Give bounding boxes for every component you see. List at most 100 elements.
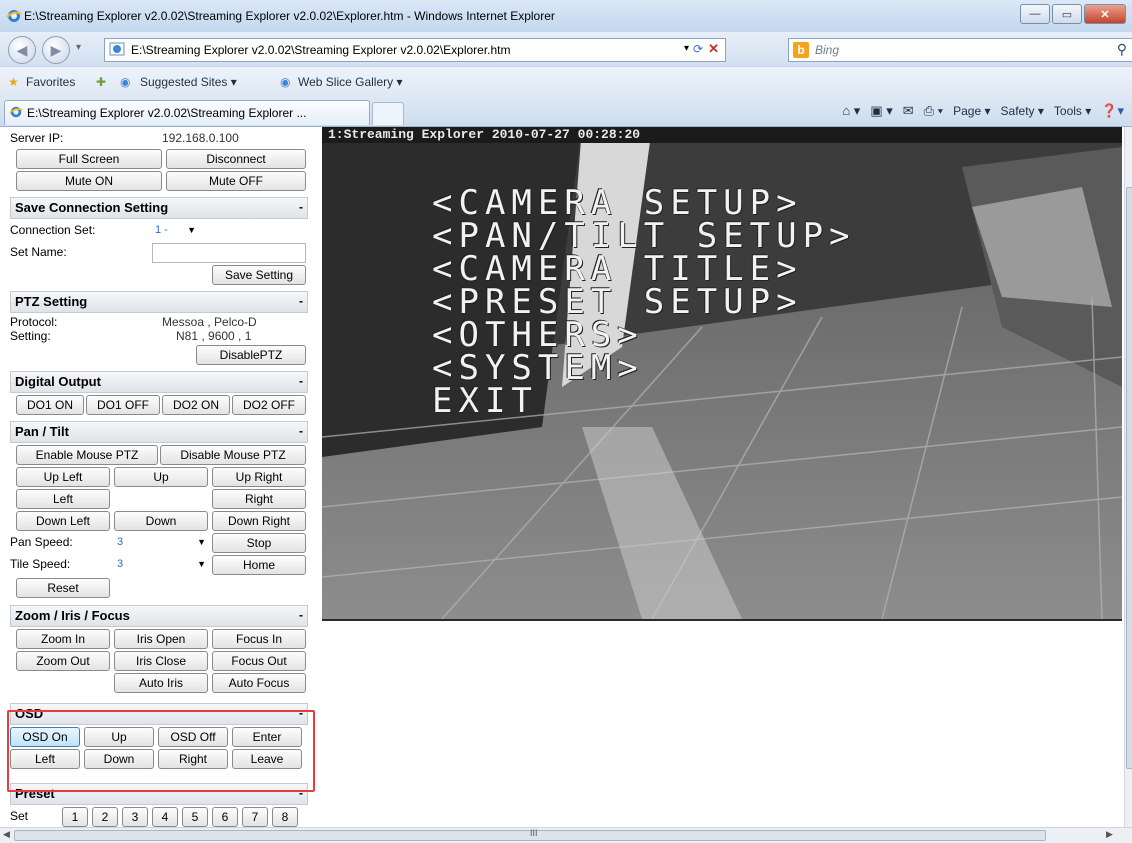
- preset-3-button[interactable]: 3: [122, 807, 148, 827]
- preset-8-button[interactable]: 8: [272, 807, 298, 827]
- pan-speed-select[interactable]: 3 ▼: [114, 534, 209, 550]
- iris-open-button[interactable]: Iris Open: [114, 629, 208, 649]
- page-menu[interactable]: Page ▾: [953, 104, 990, 118]
- iris-close-button[interactable]: Iris Close: [114, 651, 208, 671]
- mute-off-button[interactable]: Mute OFF: [166, 171, 306, 191]
- collapse-icon[interactable]: -: [299, 706, 303, 720]
- collapse-icon[interactable]: -: [299, 294, 303, 308]
- zoom-in-button[interactable]: Zoom In: [16, 629, 110, 649]
- osd-enter-button[interactable]: Enter: [232, 727, 302, 747]
- digital-output-title: Digital Output: [15, 374, 101, 389]
- down-left-button[interactable]: Down Left: [16, 511, 110, 531]
- right-button[interactable]: Right: [212, 489, 306, 509]
- address-dropdown-icon[interactable]: ▾: [684, 43, 689, 54]
- osd-right-button[interactable]: Right: [158, 749, 228, 769]
- mail-icon[interactable]: ✉: [903, 103, 914, 119]
- scroll-left-icon[interactable]: ◀: [3, 829, 10, 840]
- preset-2-button[interactable]: 2: [92, 807, 118, 827]
- osd-on-button[interactable]: OSD On: [10, 727, 80, 747]
- video-view[interactable]: 1:Streaming Explorer 2010-07-27 00:28:20…: [322, 127, 1122, 621]
- down-button[interactable]: Down: [114, 511, 208, 531]
- favorites-button[interactable]: Favorites: [26, 75, 75, 89]
- set-name-input[interactable]: [152, 243, 306, 263]
- osd-down-button[interactable]: Down: [84, 749, 154, 769]
- chevron-down-icon: ▼: [197, 537, 206, 547]
- full-screen-button[interactable]: Full Screen: [16, 149, 162, 169]
- save-setting-button[interactable]: Save Setting: [212, 265, 306, 285]
- add-favorites-icon[interactable]: ✚: [96, 75, 106, 89]
- focus-out-button[interactable]: Focus Out: [212, 651, 306, 671]
- up-button[interactable]: Up: [114, 467, 208, 487]
- disable-mouse-ptz-button[interactable]: Disable Mouse PTZ: [160, 445, 306, 465]
- collapse-icon[interactable]: -: [299, 608, 303, 622]
- zoom-out-button[interactable]: Zoom Out: [16, 651, 110, 671]
- maximize-button[interactable]: ▭: [1052, 4, 1082, 24]
- suggested-sites-link[interactable]: Suggested Sites ▾: [140, 75, 237, 89]
- do1-on-button[interactable]: DO1 ON: [16, 395, 84, 415]
- preset-6-button[interactable]: 6: [212, 807, 238, 827]
- web-slice-gallery-link[interactable]: Web Slice Gallery ▾: [298, 75, 403, 89]
- print-icon[interactable]: ⎙ ▾: [924, 103, 943, 119]
- connection-set-select[interactable]: 1 - ▼: [152, 222, 199, 238]
- collapse-icon[interactable]: -: [299, 200, 303, 214]
- mute-on-button[interactable]: Mute ON: [16, 171, 162, 191]
- scroll-right-icon[interactable]: ▶: [1106, 829, 1113, 840]
- collapse-icon[interactable]: -: [299, 374, 303, 388]
- up-left-button[interactable]: Up Left: [16, 467, 110, 487]
- tab-explorer[interactable]: E:\Streaming Explorer v2.0.02\Streaming …: [4, 100, 370, 125]
- do2-off-button[interactable]: DO2 OFF: [232, 395, 306, 415]
- search-icon[interactable]: ⚲: [1117, 41, 1127, 58]
- osd-up-button[interactable]: Up: [84, 727, 154, 747]
- disconnect-button[interactable]: Disconnect: [166, 149, 306, 169]
- disable-ptz-button[interactable]: DisablePTZ: [196, 345, 306, 365]
- auto-iris-button[interactable]: Auto Iris: [114, 673, 208, 693]
- feeds-icon[interactable]: ▣ ▾: [870, 103, 892, 119]
- reset-button[interactable]: Reset: [16, 578, 110, 598]
- osd-header[interactable]: OSD -: [10, 703, 308, 725]
- stop-button[interactable]: Stop: [212, 533, 306, 553]
- preset-5-button[interactable]: 5: [182, 807, 208, 827]
- up-right-button[interactable]: Up Right: [212, 467, 306, 487]
- collapse-icon[interactable]: -: [299, 424, 303, 438]
- do1-off-button[interactable]: DO1 OFF: [86, 395, 160, 415]
- home-button[interactable]: Home: [212, 555, 306, 575]
- preset-7-button[interactable]: 7: [242, 807, 268, 827]
- close-button[interactable]: ✕: [1084, 4, 1126, 24]
- auto-focus-button[interactable]: Auto Focus: [212, 673, 306, 693]
- address-field[interactable]: E:\Streaming Explorer v2.0.02\Streaming …: [104, 38, 726, 62]
- history-dropdown-icon[interactable]: ▾: [76, 42, 81, 53]
- home-icon[interactable]: ⌂ ▾: [842, 103, 860, 119]
- set-name-label: Set Name:: [10, 245, 67, 259]
- osd-left-button[interactable]: Left: [10, 749, 80, 769]
- refresh-icon[interactable]: ⟳: [693, 42, 703, 56]
- vertical-scroll-thumb[interactable]: [1126, 187, 1132, 769]
- osd-off-button[interactable]: OSD Off: [158, 727, 228, 747]
- pan-tilt-header[interactable]: Pan / Tilt -: [10, 421, 308, 443]
- back-button[interactable]: ◀: [8, 36, 36, 64]
- digital-output-header[interactable]: Digital Output -: [10, 371, 308, 393]
- preset-4-button[interactable]: 4: [152, 807, 178, 827]
- preset-1-button[interactable]: 1: [62, 807, 88, 827]
- vertical-scrollbar[interactable]: [1124, 127, 1132, 827]
- forward-button[interactable]: ▶: [42, 36, 70, 64]
- collapse-icon[interactable]: -: [299, 786, 303, 800]
- stop-icon[interactable]: ✕: [708, 41, 719, 57]
- zoom-iris-focus-header[interactable]: Zoom / Iris / Focus -: [10, 605, 308, 627]
- safety-menu[interactable]: Safety ▾: [1001, 104, 1044, 118]
- osd-leave-button[interactable]: Leave: [232, 749, 302, 769]
- ptz-setting-header[interactable]: PTZ Setting -: [10, 291, 308, 313]
- do2-on-button[interactable]: DO2 ON: [162, 395, 230, 415]
- help-icon[interactable]: ❓▾: [1101, 103, 1124, 119]
- tools-menu[interactable]: Tools ▾: [1054, 104, 1091, 118]
- new-tab-button[interactable]: [372, 102, 404, 125]
- left-button[interactable]: Left: [16, 489, 110, 509]
- down-right-button[interactable]: Down Right: [212, 511, 306, 531]
- search-input[interactable]: b Bing ⚲: [788, 38, 1132, 62]
- tilt-speed-select[interactable]: 3 ▼: [114, 556, 209, 572]
- enable-mouse-ptz-button[interactable]: Enable Mouse PTZ: [16, 445, 158, 465]
- minimize-button[interactable]: —: [1020, 4, 1050, 24]
- horizontal-scrollbar[interactable]: ◀ III ▶: [0, 827, 1132, 843]
- save-connection-header[interactable]: Save Connection Setting -: [10, 197, 308, 219]
- focus-in-button[interactable]: Focus In: [212, 629, 306, 649]
- preset-header[interactable]: Preset -: [10, 783, 308, 805]
